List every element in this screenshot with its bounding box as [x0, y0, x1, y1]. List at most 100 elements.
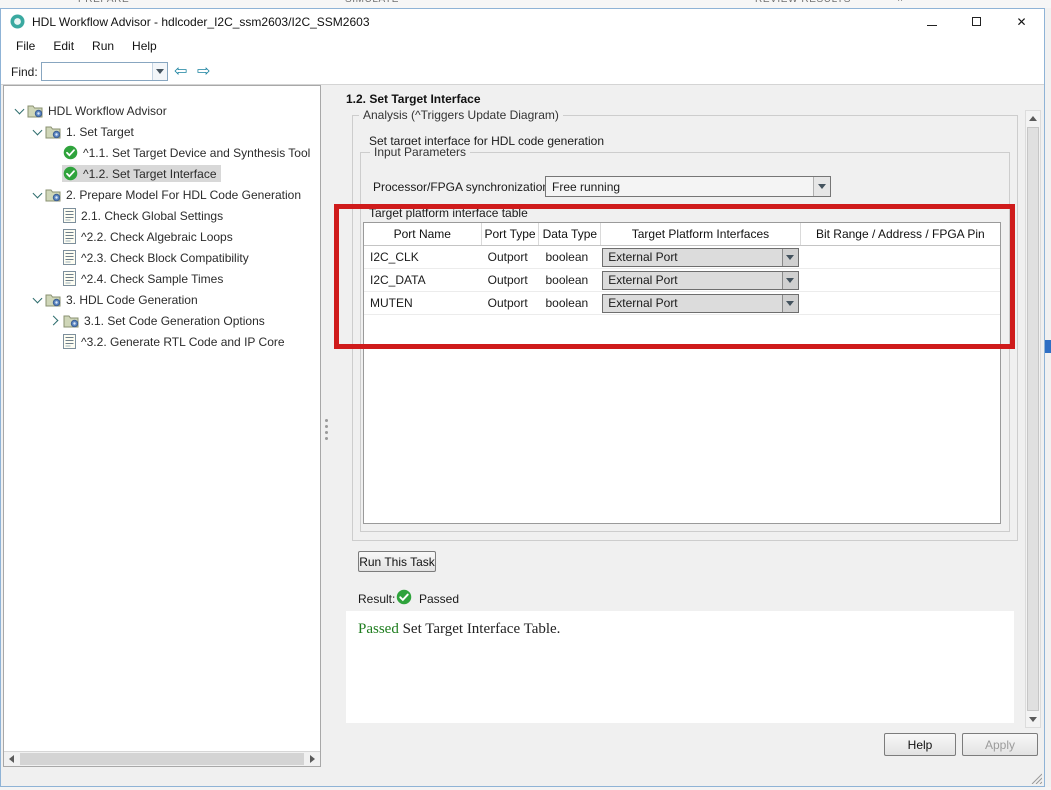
tree-item-hdl-code-generation[interactable]: 3. HDL Code Generation: [4, 289, 320, 310]
title-bar[interactable]: HDL Workflow Advisor - hdlcoder_I2C_ssm2…: [1, 9, 1044, 34]
cell-port-name: MUTEN: [370, 296, 413, 310]
scroll-up-icon[interactable]: [1026, 111, 1040, 126]
cell-port-type: Outport: [487, 250, 528, 264]
tree-horizontal-scrollbar[interactable]: [4, 751, 320, 766]
interface-dropdown[interactable]: External Port: [602, 247, 799, 267]
dropdown-button[interactable]: [781, 271, 798, 289]
result-status: Passed: [419, 592, 460, 606]
tree-item-check-block-compatibility[interactable]: ^2.3. Check Block Compatibility: [4, 247, 320, 268]
close-button[interactable]: ✕: [999, 9, 1044, 34]
interface-dropdown-value: External Port: [608, 273, 678, 287]
folder-gear-icon: [27, 104, 43, 118]
cell-bit-range: [801, 269, 1000, 291]
cell-bit-range: [801, 292, 1000, 314]
folder-gear-icon: [63, 314, 79, 328]
result-label: Result:: [358, 592, 396, 606]
task-detail-panel: 1.2. Set Target Interface Analysis (^Tri…: [333, 85, 1043, 786]
scroll-left-icon[interactable]: [4, 752, 19, 766]
panel-splitter[interactable]: [321, 85, 333, 786]
sync-dropdown[interactable]: Free running: [545, 176, 831, 197]
task-list-icon: [63, 229, 76, 244]
chevron-down-icon: [786, 300, 795, 306]
tree-item-set-target[interactable]: 1. Set Target: [4, 121, 320, 142]
dropdown-button[interactable]: [781, 248, 798, 266]
dropdown-button[interactable]: [781, 294, 798, 312]
toolstrip-tab-simulate: SIMULATE: [345, 0, 399, 5]
interface-dropdown-value: External Port: [608, 296, 678, 310]
chevron-down-icon: [156, 69, 164, 74]
passed-check-icon: [63, 166, 78, 181]
cell-data-type: boolean: [545, 250, 589, 264]
main-area: HDL Workflow Advisor 1. Set Target ^1.1.…: [1, 85, 1044, 786]
analysis-group-label: Analysis (^Triggers Update Diagram): [359, 108, 563, 122]
chevron-right-icon[interactable]: [48, 314, 62, 328]
run-this-task-button[interactable]: Run This Task: [358, 551, 436, 572]
chevron-down-icon: [818, 184, 826, 189]
scrollbar-thumb[interactable]: [20, 753, 304, 765]
chevron-down-icon[interactable]: [12, 104, 26, 118]
interface-dropdown-value: External Port: [608, 250, 678, 264]
cell-port-name: I2C_DATA: [370, 273, 426, 287]
cell-port-type: Outport: [487, 273, 528, 287]
tree-item-prepare-model[interactable]: 2. Prepare Model For HDL Code Generation: [4, 184, 320, 205]
task-list-icon: [63, 271, 76, 286]
interface-dropdown[interactable]: External Port: [602, 270, 799, 290]
task-list-icon: [63, 334, 76, 349]
find-next-button[interactable]: ⇨: [197, 61, 210, 80]
screen: PREPARE SIMULATE REVIEW RESULTS ^ HDL Wo…: [0, 0, 1051, 790]
menu-edit[interactable]: Edit: [44, 36, 83, 56]
tree-item-hdl-workflow-advisor[interactable]: HDL Workflow Advisor: [4, 100, 320, 121]
column-header-port-name: Port Name: [364, 223, 482, 245]
tree-item-set-target-device[interactable]: ^1.1. Set Target Device and Synthesis To…: [4, 142, 320, 163]
tree-item-set-code-generation-options[interactable]: 3.1. Set Code Generation Options: [4, 310, 320, 331]
window-title: HDL Workflow Advisor - hdlcoder_I2C_ssm2…: [32, 15, 370, 29]
menu-help[interactable]: Help: [123, 36, 166, 56]
find-dropdown-button[interactable]: [152, 63, 167, 80]
maximize-button[interactable]: [954, 9, 999, 34]
toolstrip-tab-review-results: REVIEW RESULTS: [755, 0, 851, 5]
tree-item-set-target-interface[interactable]: ^1.2. Set Target Interface: [4, 163, 320, 184]
tree-item-check-global-settings[interactable]: 2.1. Check Global Settings: [4, 205, 320, 226]
hdl-workflow-advisor-window: HDL Workflow Advisor - hdlcoder_I2C_ssm2…: [0, 8, 1045, 787]
chevron-down-icon: [786, 254, 795, 260]
passed-check-icon: [396, 589, 412, 605]
input-parameters-label: Input Parameters: [370, 145, 471, 159]
folder-gear-icon: [45, 188, 61, 202]
find-label: Find:: [11, 65, 38, 79]
interface-dropdown[interactable]: External Port: [602, 293, 799, 313]
vertical-scrollbar[interactable]: [1025, 110, 1041, 728]
find-previous-button[interactable]: ⇦: [174, 61, 187, 80]
menu-file[interactable]: File: [7, 36, 44, 56]
tree-item-generate-rtl-code[interactable]: ^3.2. Generate RTL Code and IP Core: [4, 331, 320, 352]
page-title: 1.2. Set Target Interface: [346, 92, 481, 106]
cell-data-type: boolean: [545, 273, 589, 287]
folder-gear-icon: [45, 125, 61, 139]
task-tree-panel: HDL Workflow Advisor 1. Set Target ^1.1.…: [3, 85, 321, 767]
find-input[interactable]: [42, 63, 152, 80]
help-button[interactable]: Help: [884, 733, 956, 756]
column-header-target-platform-interfaces: Target Platform Interfaces: [601, 223, 801, 245]
scroll-right-icon[interactable]: [305, 752, 320, 766]
apply-button[interactable]: Apply: [962, 733, 1038, 756]
minimize-icon: [926, 24, 937, 26]
result-message-text: Set Target Interface Table.: [398, 621, 561, 637]
scrollbar-thumb[interactable]: [1027, 127, 1039, 711]
tree-item-check-sample-times[interactable]: ^2.4. Check Sample Times: [4, 268, 320, 289]
chevron-down-icon[interactable]: [30, 188, 44, 202]
find-combobox[interactable]: [41, 62, 168, 81]
chevron-down-icon[interactable]: [30, 293, 44, 307]
interface-table-label: Target platform interface table: [369, 206, 528, 220]
table-row: I2C_CLK Outport boolean External Port: [364, 246, 1000, 269]
dropdown-button[interactable]: [813, 177, 830, 196]
chevron-down-icon[interactable]: [30, 125, 44, 139]
sync-label: Processor/FPGA synchronization:: [373, 180, 553, 194]
resize-grip-icon[interactable]: [1030, 772, 1042, 784]
minimize-button[interactable]: [909, 9, 954, 34]
column-header-port-type: Port Type: [482, 223, 540, 245]
scroll-down-icon[interactable]: [1026, 712, 1040, 727]
tree-item-check-algebraic-loops[interactable]: ^2.2. Check Algebraic Loops: [4, 226, 320, 247]
table-row: MUTEN Outport boolean External Port: [364, 292, 1000, 315]
maximize-icon: [972, 17, 981, 26]
menu-run[interactable]: Run: [83, 36, 123, 56]
table-header-row: Port Name Port Type Data Type Target Pla…: [364, 223, 1000, 246]
